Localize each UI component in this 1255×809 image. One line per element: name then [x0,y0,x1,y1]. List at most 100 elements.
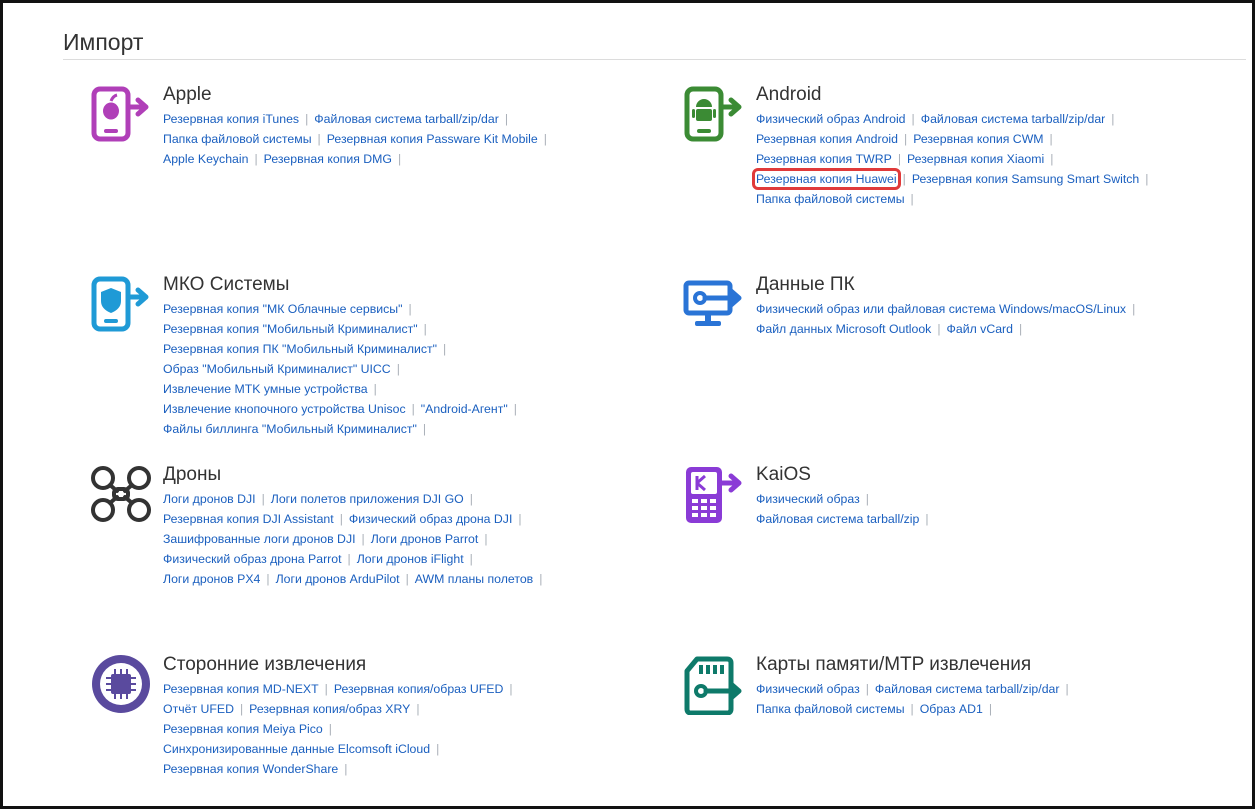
memory-card-key-icon [683,653,745,715]
android-phone-import-icon [683,83,745,145]
link-separator: | [397,152,402,166]
import-link[interactable]: Образ AD1 [920,702,983,716]
import-link[interactable]: Резервная копия DMG [264,152,392,166]
link-separator: | [504,112,509,126]
link-row: Извлечение MTK умные устройства | [163,379,623,399]
link-row: Извлечение кнопочного устройства Unisoc |… [163,399,623,419]
import-link[interactable]: Резервная копия Samsung Smart Switch [912,172,1139,186]
link-separator: | [865,492,869,506]
import-link[interactable]: Физический образ Android [756,112,906,126]
link-separator: | [261,492,265,506]
import-link[interactable]: Физический образ дрона DJI [349,512,512,526]
section-title: Карты памяти/MTP извлечения [756,654,1032,675]
import-link[interactable]: Извлечение MTK умные устройства [163,382,368,396]
import-link[interactable]: AWM планы полетов [415,572,533,586]
import-link[interactable]: Файловая система tarball/zip/dar [314,112,499,126]
link-separator: | [539,572,543,586]
section-title: Android [756,84,822,105]
link-row: Физический образ дрона Parrot | Логи дроно… [163,549,623,569]
import-link[interactable]: Резервная копия "Мобильный Криминалист" [163,322,418,336]
import-link[interactable]: Резервная копия/образ XRY [249,702,410,716]
import-link[interactable]: Логи дронов iFlight [357,552,464,566]
link-row: Резервная копия "Мобильный Криминалист" | [163,319,623,339]
link-separator: | [1132,302,1136,316]
import-link[interactable]: Файл vCard [947,322,1013,336]
import-link[interactable]: Физический образ [756,492,860,506]
import-link-highlighted[interactable]: Резервная копия Huawei [752,168,901,190]
link-row: Резервная копия Meiya Pico | [163,719,623,739]
link-row: Физический образ Android | Файловая систем… [756,109,1216,129]
link-row: Папка файловой системы | Образ AD1 | [756,699,1216,719]
import-link[interactable]: Файл данных Microsoft Outlook [756,322,931,336]
import-link[interactable]: Файлы биллинга "Мобильный Криминалист" [163,422,417,436]
link-separator: | [1145,172,1149,186]
link-separator: | [416,702,420,716]
import-link[interactable]: Резервная копия Passware Kit Mobile [327,132,538,146]
link-separator: | [436,742,440,756]
section-title: Данные ПК [756,274,855,295]
import-link[interactable]: Резервная копия WonderShare [163,762,338,776]
link-row: Резервная копия TWRP | Резервная копия Xia… [756,149,1216,169]
link-separator: | [408,302,412,316]
import-link[interactable]: Образ "Мобильный Криминалист" UICC [163,362,391,376]
link-separator: | [902,172,906,186]
link-separator: | [910,192,914,206]
import-link[interactable]: Файловая система tarball/zip/dar [921,112,1106,126]
import-link[interactable]: Логи дронов Parrot [371,532,479,546]
import-link[interactable]: Файловая система tarball/zip [756,512,919,526]
link-separator: | [484,532,488,546]
import-link[interactable]: Резервная копия iTunes [163,112,299,126]
link-separator: | [317,132,321,146]
link-separator: | [513,402,517,416]
link-separator: | [904,132,908,146]
apple-phone-import-icon [90,83,152,145]
link-row: Резервная копия "МК Облачные сервисы" | [163,299,623,319]
page-title: Импорт [63,29,144,55]
import-link[interactable]: Резервная копия TWRP [756,152,892,166]
import-link[interactable]: Резервная копия ПК "Мобильный Криминалис… [163,342,437,356]
link-separator: | [865,682,869,696]
link-separator: | [347,552,351,566]
link-separator: | [344,762,348,776]
link-row: Резервная копия ПК "Мобильный Криминалис… [163,339,623,359]
import-link[interactable]: Резервная копия Android [756,132,898,146]
import-link[interactable]: Резервная копия/образ UFED [334,682,504,696]
link-separator: | [266,572,270,586]
link-row: Резервная копия iTunes | Файловая система … [163,109,623,129]
import-link[interactable]: Резервная копия Meiya Pico [163,722,323,736]
drone-icon [90,463,152,525]
import-link[interactable]: Логи дронов PX4 [163,572,260,586]
import-link[interactable]: Резервная копия "МК Облачные сервисы" [163,302,402,316]
import-link[interactable]: Папка файловой системы [756,192,905,206]
link-separator: | [1050,152,1054,166]
import-link[interactable]: Отчёт UFED [163,702,234,716]
import-link[interactable]: Извлечение кнопочного устройства Unisoc [163,402,406,416]
import-link[interactable]: Логи полетов приложения DJI GO [271,492,464,506]
link-separator: | [937,322,941,336]
title-divider [63,59,1246,60]
link-separator: | [1049,132,1053,146]
import-link[interactable]: Синхронизированные данные Elcomsoft iClo… [163,742,430,756]
import-link[interactable]: "Android-Агент" [421,402,508,416]
section-title: KaiOS [756,464,811,485]
kaios-phone-import-icon [683,463,745,525]
import-link[interactable]: Физический образ дрона Parrot [163,552,342,566]
import-link[interactable]: Папка файловой системы [163,132,312,146]
import-link[interactable]: Логи дронов ArduPilot [276,572,400,586]
import-link[interactable]: Папка файловой системы [756,702,905,716]
import-link[interactable]: Физический образ [756,682,860,696]
import-link[interactable]: Резервная копия CWM [913,132,1043,146]
import-link[interactable]: Файловая система tarball/zip/dar [875,682,1060,696]
import-link[interactable]: Зашифрованные логи дронов DJI [163,532,356,546]
import-link[interactable]: Логи дронов DJI [163,492,256,506]
import-link[interactable]: Резервная копия Xiaomi [907,152,1044,166]
import-link[interactable]: Резервная копия DJI Assistant [163,512,334,526]
import-link[interactable]: Физический образ или файловая система Wi… [756,302,1126,316]
shield-phone-import-icon [90,273,152,335]
link-row: Синхронизированные данные Elcomsoft iClo… [163,739,623,759]
link-row: Резервная копия MD-NEXT | Резервная копия/… [163,679,623,699]
link-row: Отчёт UFED | Резервная копия/образ XRY | [163,699,623,719]
import-link[interactable]: Резервная копия MD-NEXT [163,682,319,696]
link-separator: | [509,682,513,696]
import-link[interactable]: Apple Keychain [163,152,248,166]
